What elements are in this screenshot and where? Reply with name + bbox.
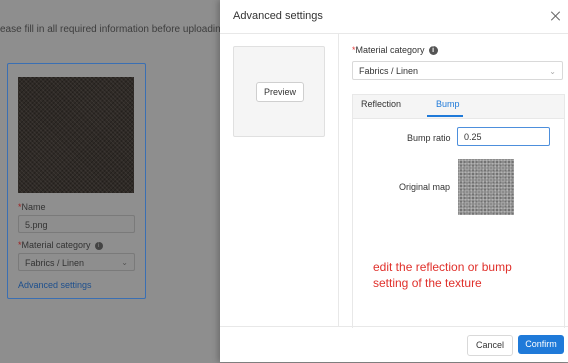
preview-panel: Preview — [233, 46, 325, 137]
bg-category-label-wrap: *Material category i — [18, 240, 103, 250]
active-tab-indicator — [427, 115, 463, 117]
dialog-footer: Cancel Confirm — [220, 326, 568, 363]
annotation-text: edit the reflection or bump setting of t… — [373, 260, 512, 290]
chevron-down-icon: ⌄ — [549, 67, 556, 76]
texture-card: *Name 5.png *Material category i Fabrics … — [7, 63, 146, 299]
tab-bump[interactable]: Bump — [436, 99, 460, 109]
category-value: Fabrics / Linen — [359, 66, 419, 76]
tab-reflection[interactable]: Reflection — [361, 99, 401, 109]
confirm-button[interactable]: Confirm — [518, 335, 564, 354]
bump-ratio-label: Bump ratio — [407, 133, 451, 143]
cancel-button[interactable]: Cancel — [467, 335, 513, 356]
settings-tabs: Reflection Bump Bump ratio 0.25 Original… — [352, 94, 565, 328]
original-map-image — [458, 159, 514, 215]
tab-bar: Reflection Bump — [353, 95, 564, 119]
bg-category-label: Material category — [21, 240, 91, 250]
bg-category-value: Fabrics / Linen — [25, 258, 85, 268]
advanced-settings-dialog: Advanced settings Preview *Material cate… — [220, 0, 568, 362]
name-label: Name — [21, 202, 46, 212]
texture-thumbnail — [18, 77, 134, 193]
chevron-down-icon: ⌄ — [121, 258, 128, 267]
bg-category-select[interactable]: Fabrics / Linen ⌄ — [18, 253, 135, 271]
dialog-title: Advanced settings — [233, 10, 323, 22]
upload-notice: ease fill in all required information be… — [0, 24, 230, 35]
original-map-label: Original map — [399, 182, 451, 192]
info-icon: i — [94, 241, 103, 250]
dialog-header: Advanced settings — [220, 0, 568, 34]
category-label: Material category — [355, 45, 425, 55]
category-label-wrap: *Material category i — [352, 45, 438, 56]
bump-ratio-input[interactable]: 0.25 — [457, 127, 550, 146]
name-label-wrap: *Name — [18, 202, 46, 212]
close-icon[interactable] — [550, 10, 562, 22]
info-icon[interactable]: i — [428, 46, 438, 56]
name-input[interactable]: 5.png — [18, 215, 135, 233]
preview-button[interactable]: Preview — [256, 82, 304, 102]
advanced-settings-link[interactable]: Advanced settings — [18, 280, 92, 290]
preview-column: Preview — [220, 34, 339, 326]
category-select[interactable]: Fabrics / Linen ⌄ — [352, 61, 563, 80]
